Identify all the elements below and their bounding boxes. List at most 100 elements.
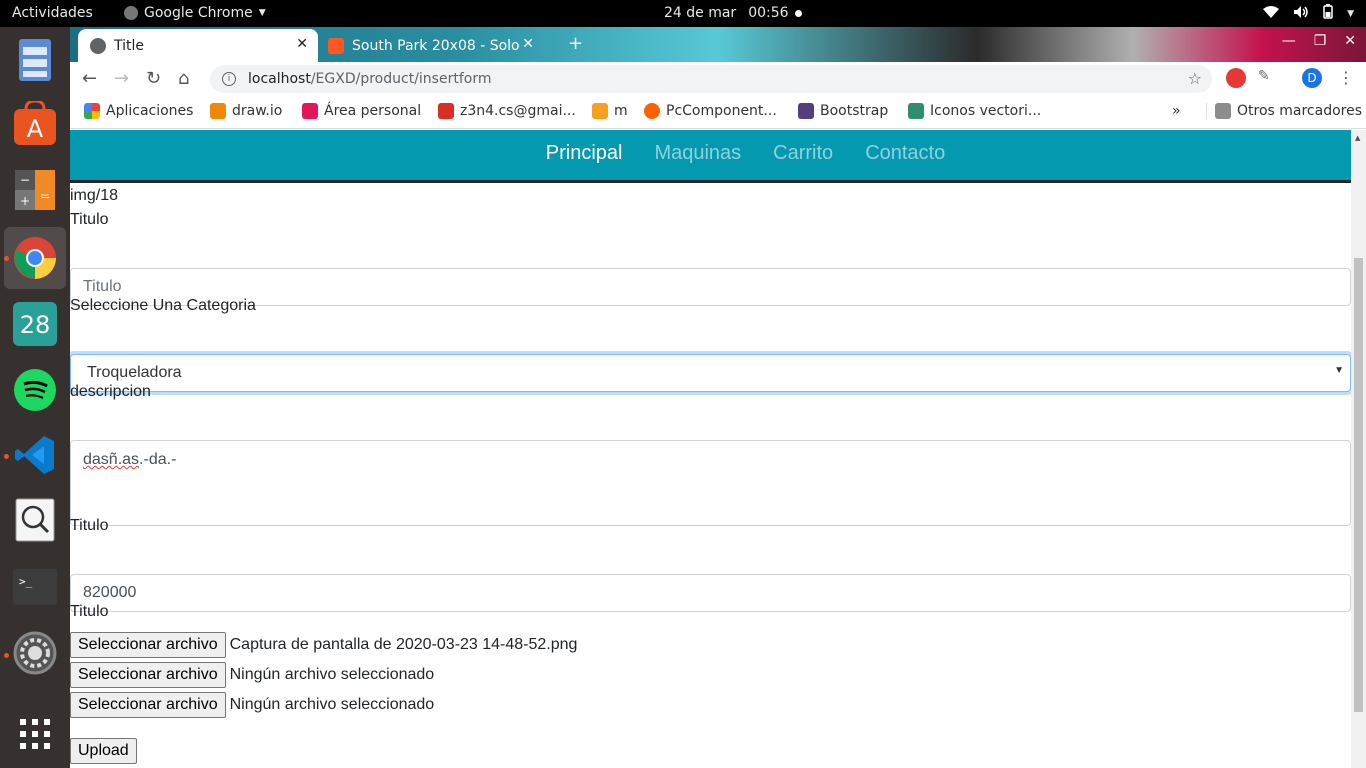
more-bookmarks-button[interactable]: »	[1172, 103, 1181, 119]
price-input[interactable]: 820000	[70, 574, 1351, 612]
scroll-up-icon[interactable]: ▲	[1355, 134, 1360, 142]
nav-carrito[interactable]: Carrito	[757, 130, 849, 180]
page-content: Principal Maquinas Carrito Contacto img/…	[70, 130, 1351, 768]
bookmark-drawio[interactable]: draw.io	[210, 103, 282, 119]
url-host: localhost	[248, 71, 311, 87]
calendar-icon[interactable]: 28	[12, 301, 58, 347]
apps-grid-small-icon	[84, 103, 100, 119]
file-manager-icon[interactable]	[12, 37, 58, 83]
wifi-icon	[1263, 5, 1280, 23]
settings-icon[interactable]	[12, 630, 58, 676]
bookmark-area-personal[interactable]: Área personal	[302, 103, 421, 119]
nav-maquinas[interactable]: Maquinas	[638, 130, 757, 180]
volume-icon	[1293, 5, 1309, 23]
bookmark-bootstrap[interactable]: Bootstrap	[798, 103, 888, 119]
description-label: descripcion	[70, 383, 151, 400]
nav-contacto[interactable]: Contacto	[849, 130, 961, 180]
description-textarea[interactable]: dasñ.as .-da.-	[70, 440, 1351, 526]
clock[interactable]: 24 de mar 00:56	[664, 5, 802, 21]
software-center-icon[interactable]: A	[12, 101, 58, 147]
calendar-day: 28	[20, 311, 51, 339]
pccomponentes-icon	[644, 103, 660, 119]
adblock-extension-icon[interactable]	[1226, 68, 1246, 88]
bookmarks-bar: Aplicaciones draw.io Área personal z3n4.…	[70, 95, 1366, 129]
svg-text:−: −	[20, 173, 30, 187]
other-bookmarks[interactable]: Otros marcadores	[1206, 103, 1362, 119]
address-bar[interactable]: i localhost /EGXD/product/insertform ☆	[210, 65, 1212, 93]
nav-principal[interactable]: Principal	[530, 130, 639, 180]
minimize-icon[interactable]: —	[1282, 33, 1296, 49]
file-input-1: Seleccionar archivo Captura de pantalla …	[70, 632, 577, 658]
chevron-down-icon: ▼	[1347, 8, 1354, 19]
category-select[interactable]: Troqueladora ▼	[70, 354, 1351, 392]
tab-south-park[interactable]: South Park 20x08 - Solo R ✕	[322, 29, 544, 62]
chrome-small-icon	[124, 6, 138, 20]
bookmark-label: Bootstrap	[820, 103, 889, 119]
running-indicator	[4, 653, 9, 658]
info-icon[interactable]: i	[222, 72, 236, 86]
file-name: Captura de pantalla de 2020-03-23 14-48-…	[229, 636, 578, 653]
maximize-icon[interactable]: ❐	[1314, 33, 1327, 49]
spotify-icon[interactable]	[12, 367, 58, 413]
description-text: dasñ.as	[83, 451, 140, 468]
home-icon[interactable]: ⌂	[178, 68, 189, 89]
bootstrap-icon	[798, 103, 814, 119]
close-icon[interactable]: ✕	[296, 36, 308, 52]
browser-toolbar: ← → ↻ ⌂ i localhost /EGXD/product/insert…	[70, 62, 1366, 95]
tab-strip: Title ✕ South Park 20x08 - Solo R ✕ + — …	[70, 27, 1366, 62]
gmail-icon	[438, 103, 454, 119]
title-label: Titulo	[70, 211, 109, 228]
globe-icon	[90, 37, 106, 54]
site-favicon-icon	[328, 37, 344, 54]
image-viewer-icon[interactable]	[12, 497, 58, 543]
chrome-icon[interactable]	[4, 227, 66, 289]
upload-button[interactable]: Upload	[70, 738, 137, 764]
title-input[interactable]: Titulo	[70, 268, 1351, 306]
running-indicator	[4, 256, 9, 261]
bookmark-apps[interactable]: Aplicaciones	[84, 103, 193, 119]
dropdown-arrow-icon: ▼	[1334, 365, 1344, 376]
forward-icon[interactable]: →	[114, 68, 129, 89]
svg-text:=: =	[40, 189, 50, 203]
drawio-icon	[210, 103, 226, 119]
bookmark-pccomponentes[interactable]: PcComponent...	[644, 103, 777, 119]
page-scrollbar[interactable]: ▲	[1351, 130, 1366, 768]
terminal-icon[interactable]: >_	[12, 564, 58, 610]
calculator-icon[interactable]: − + =	[12, 167, 58, 213]
url-path: /EGXD/product/insertform	[310, 71, 492, 87]
files-label: Titulo	[70, 603, 109, 620]
new-tab-icon[interactable]: +	[568, 33, 583, 54]
clock-time: 00:56	[748, 5, 789, 21]
choose-file-button[interactable]: Seleccionar archivo	[70, 662, 226, 688]
price-label: Titulo	[70, 517, 109, 534]
reload-icon[interactable]: ↻	[146, 68, 161, 89]
apps-grid-icon[interactable]	[12, 711, 58, 757]
vscode-icon[interactable]	[12, 432, 58, 478]
bookmark-label: draw.io	[232, 103, 283, 119]
category-label: Seleccione Una Categoria	[70, 297, 256, 314]
bookmark-iconos[interactable]: Iconos vectori...	[908, 103, 1041, 119]
tab-label: Title	[114, 37, 145, 54]
clock-date: 24 de mar	[664, 5, 737, 21]
eyedropper-extension-icon[interactable]: ✎	[1258, 68, 1278, 88]
vector-icon	[908, 103, 924, 119]
app-menu[interactable]: Google Chrome ▼	[124, 5, 266, 21]
activities-button[interactable]: Actividades	[12, 5, 93, 21]
site-navbar: Principal Maquinas Carrito Contacto	[70, 130, 1351, 183]
bookmark-label: z3n4.cs@gmai...	[460, 103, 576, 119]
img-path-text: img/18	[70, 187, 119, 204]
choose-file-button[interactable]: Seleccionar archivo	[70, 632, 226, 658]
bookmark-gmail[interactable]: z3n4.cs@gmai...	[438, 103, 576, 119]
close-window-icon[interactable]: ✕	[1344, 33, 1356, 49]
svg-text:>_: >_	[19, 575, 33, 588]
choose-file-button[interactable]: Seleccionar archivo	[70, 692, 226, 718]
menu-icon[interactable]: ⋮	[1338, 68, 1354, 87]
scrollbar-thumb[interactable]	[1354, 258, 1363, 712]
close-icon[interactable]: ✕	[522, 36, 534, 52]
tab-title[interactable]: Title ✕	[78, 29, 318, 62]
system-tray[interactable]: ▼	[1263, 4, 1354, 23]
profile-avatar[interactable]: D	[1302, 68, 1322, 88]
back-icon[interactable]: ←	[82, 68, 97, 89]
bookmark-m[interactable]: m	[592, 103, 628, 119]
star-icon[interactable]: ☆	[1188, 69, 1202, 88]
